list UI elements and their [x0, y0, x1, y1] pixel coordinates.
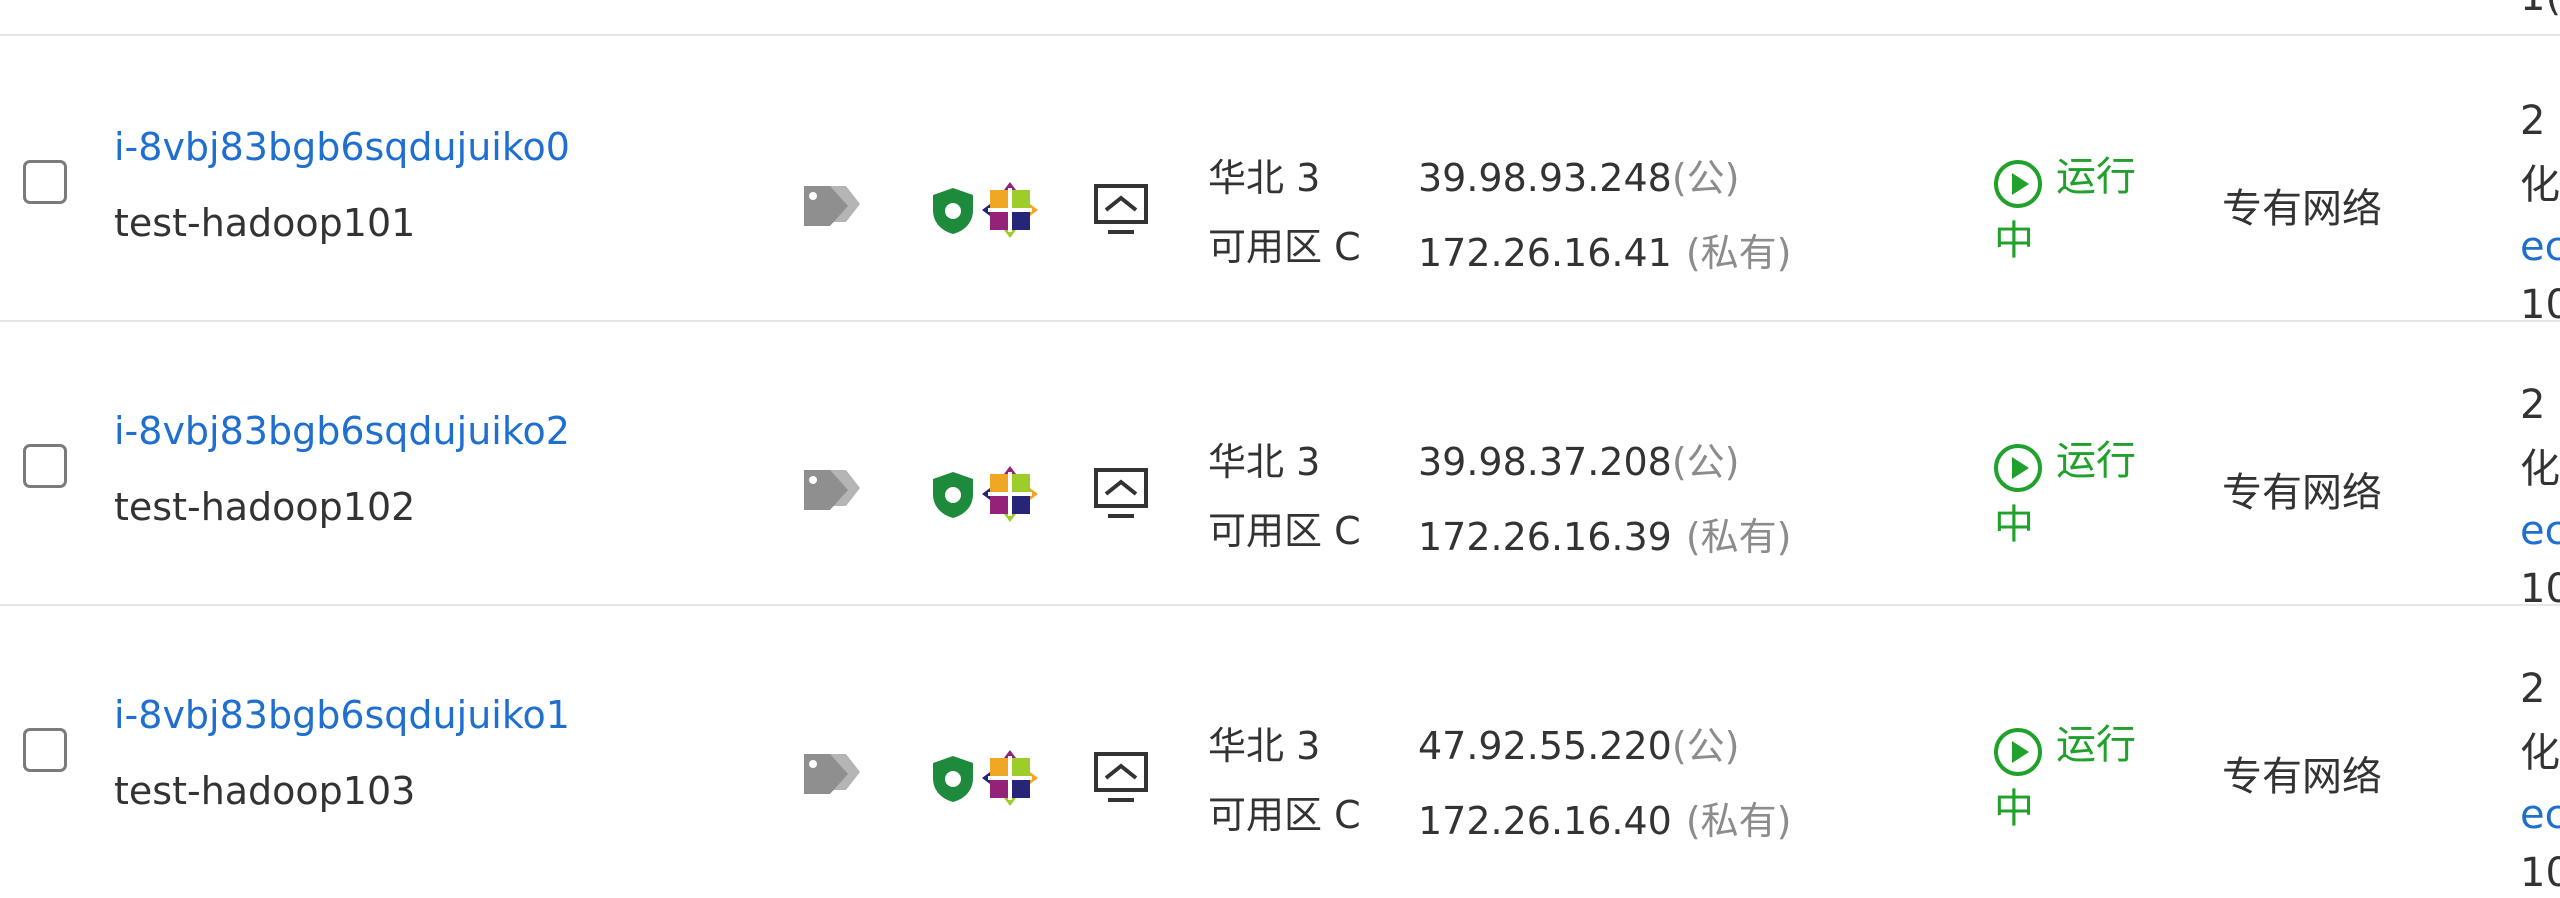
public-ip-value: 39.98.93.248 — [1418, 156, 1672, 200]
centos-logo-icon — [982, 182, 1038, 238]
row-select-checkbox[interactable] — [23, 728, 67, 772]
shield-icon — [933, 756, 973, 802]
zone-availability: 可用区 C — [1208, 509, 1361, 553]
zone-region: 华北 3 — [1208, 156, 1321, 200]
status-text-cont: 中 — [1994, 786, 2034, 832]
prev-row-spec-fragment: 1( — [2520, 0, 2560, 22]
instance-id-link[interactable]: i-8vbj83bgb6sqdujuiko0 — [114, 122, 570, 172]
play-circle-icon — [1994, 728, 2042, 776]
row-select-checkbox[interactable] — [23, 160, 67, 204]
private-ip-value: 172.26.16.41 — [1418, 231, 1672, 275]
shield-icon — [933, 188, 973, 234]
public-ip: 47.92.55.220(公) — [1418, 721, 1739, 771]
network-type: 专有网络 — [2222, 186, 2382, 232]
spec-fragment: 2 — [2520, 98, 2546, 144]
private-ip-suffix: (私有) — [1685, 799, 1792, 843]
tag-icon[interactable] — [800, 180, 862, 232]
public-ip: 39.98.37.208(公) — [1418, 437, 1739, 487]
spec-link-fragment[interactable]: ec — [2520, 222, 2560, 272]
public-ip-suffix: (公) — [1671, 156, 1740, 200]
private-ip-suffix: (私有) — [1685, 231, 1792, 275]
zone-availability: 可用区 C — [1208, 793, 1361, 837]
instance-name: test-hadoop101 — [114, 201, 416, 245]
monitor-icon[interactable] — [1092, 182, 1150, 238]
private-ip: 172.26.16.41 (私有) — [1418, 228, 1791, 278]
spec-fragment: 化 — [2520, 446, 2560, 492]
status-text: 运行 — [2056, 438, 2136, 484]
instance-name: test-hadoop102 — [114, 485, 416, 529]
instance-table: 1( i-8vbj83bgb6sqdujuiko0 test-hadoop101 — [0, 0, 2560, 896]
play-circle-icon — [1994, 160, 2042, 208]
public-ip: 39.98.93.248(公) — [1418, 153, 1739, 203]
instance-id-link[interactable]: i-8vbj83bgb6sqdujuiko2 — [114, 406, 570, 456]
spec-fragment: 2 — [2520, 666, 2546, 712]
private-ip: 172.26.16.40 (私有) — [1418, 796, 1791, 846]
table-row: i-8vbj83bgb6sqdujuiko1 test-hadoop103 华北… — [0, 604, 2560, 896]
row-select-checkbox[interactable] — [23, 444, 67, 488]
spec-fragment: 化 — [2520, 162, 2560, 208]
status-text-cont: 中 — [1994, 218, 2034, 264]
spec-link-fragment[interactable]: ec — [2520, 506, 2560, 556]
status-text-cont: 中 — [1994, 502, 2034, 548]
zone-region: 华北 3 — [1208, 724, 1321, 768]
public-ip-value: 39.98.37.208 — [1418, 440, 1672, 484]
private-ip: 172.26.16.39 (私有) — [1418, 512, 1791, 562]
network-type: 专有网络 — [2222, 754, 2382, 800]
network-type: 专有网络 — [2222, 470, 2382, 516]
monitor-icon[interactable] — [1092, 466, 1150, 522]
table-row: i-8vbj83bgb6sqdujuiko2 test-hadoop102 华北… — [0, 320, 2560, 612]
status-text: 运行 — [2056, 722, 2136, 768]
public-ip-suffix: (公) — [1671, 724, 1740, 768]
centos-logo-icon — [982, 750, 1038, 806]
monitor-icon[interactable] — [1092, 750, 1150, 806]
status-text: 运行 — [2056, 154, 2136, 200]
public-ip-suffix: (公) — [1671, 440, 1740, 484]
zone-region: 华北 3 — [1208, 440, 1321, 484]
play-circle-icon — [1994, 444, 2042, 492]
centos-logo-icon — [982, 466, 1038, 522]
private-ip-value: 172.26.16.39 — [1418, 515, 1672, 559]
public-ip-value: 47.92.55.220 — [1418, 724, 1672, 768]
table-row: i-8vbj83bgb6sqdujuiko0 test-hadoop101 华北… — [0, 36, 2560, 328]
private-ip-suffix: (私有) — [1685, 515, 1792, 559]
spec-fragment: 化 — [2520, 730, 2560, 776]
zone-availability: 可用区 C — [1208, 225, 1361, 269]
spec-fragment: 10 — [2520, 850, 2560, 896]
private-ip-value: 172.26.16.40 — [1418, 799, 1672, 843]
tag-icon[interactable] — [800, 748, 862, 800]
instance-id-link[interactable]: i-8vbj83bgb6sqdujuiko1 — [114, 690, 570, 740]
instance-name: test-hadoop103 — [114, 769, 416, 813]
tag-icon[interactable] — [800, 464, 862, 516]
spec-fragment: 2 — [2520, 382, 2546, 428]
shield-icon — [933, 472, 973, 518]
spec-link-fragment[interactable]: ec — [2520, 790, 2560, 840]
